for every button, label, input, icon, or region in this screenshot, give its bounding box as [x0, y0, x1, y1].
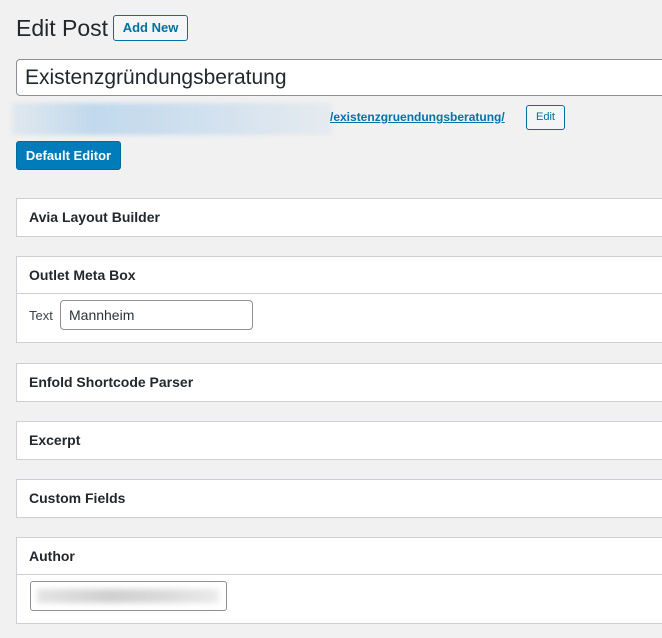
custom-fields-box: Custom Fields [16, 479, 662, 518]
outlet-meta-box: Outlet Meta Box Text Mannheim [16, 256, 662, 343]
excerpt-box: Excerpt [16, 421, 662, 460]
edit-slug-button[interactable]: Edit [526, 105, 565, 130]
author-select[interactable] [30, 581, 227, 611]
outlet-meta-box-header[interactable]: Outlet Meta Box [17, 257, 662, 294]
avia-layout-builder-header[interactable]: Avia Layout Builder [17, 199, 662, 236]
edit-post-page: Edit Post Add New Existenzgründungsberat… [0, 0, 662, 638]
custom-fields-header[interactable]: Custom Fields [17, 480, 662, 517]
excerpt-header[interactable]: Excerpt [17, 422, 662, 459]
enfold-shortcode-parser-box: Enfold Shortcode Parser [16, 363, 662, 402]
permalink-base-redacted [12, 103, 332, 135]
text-field-label: Text [29, 308, 53, 323]
author-name-redacted [37, 589, 219, 603]
avia-layout-builder-box: Avia Layout Builder [16, 198, 662, 237]
add-new-button[interactable]: Add New [113, 15, 188, 41]
permalink-slug-link[interactable]: /existenzgruendungsberatung/ [330, 110, 505, 124]
page-title: Edit Post [16, 15, 109, 41]
post-title-input[interactable]: Existenzgründungsberatung [16, 59, 662, 96]
author-box: Author [16, 537, 662, 624]
default-editor-button[interactable]: Default Editor [16, 141, 121, 170]
enfold-shortcode-parser-header[interactable]: Enfold Shortcode Parser [17, 364, 662, 401]
text-field-input[interactable]: Mannheim [60, 300, 253, 330]
author-header[interactable]: Author [17, 538, 662, 575]
